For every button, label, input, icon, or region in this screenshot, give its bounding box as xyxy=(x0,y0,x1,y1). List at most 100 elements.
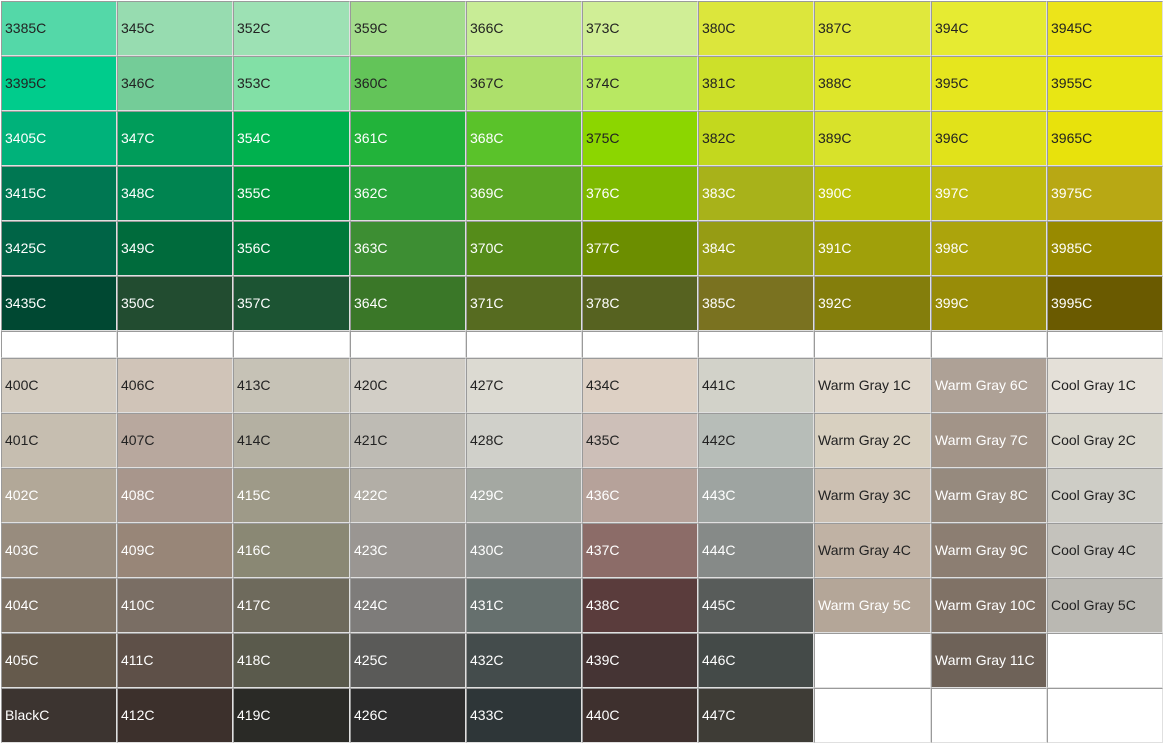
swatch-label: 354C xyxy=(237,130,271,147)
swatch-label: Cool Gray 5C xyxy=(1051,597,1136,614)
swatch-label: 427C xyxy=(470,377,504,394)
swatch-label: 3995C xyxy=(1051,295,1093,312)
blank-separator-cell xyxy=(1047,331,1163,358)
swatch-cell: 421C xyxy=(350,413,466,468)
blank-swatch-cell xyxy=(814,688,931,743)
swatch-cell: 3985C xyxy=(1047,221,1163,276)
swatch-cell: 444C xyxy=(698,523,814,578)
swatch-cell: 396C xyxy=(931,111,1047,166)
swatch-cell: Cool Gray 2C xyxy=(1047,413,1163,468)
swatch-label: 3955C xyxy=(1051,75,1093,92)
swatch-label: 352C xyxy=(237,20,271,37)
swatch-label: Cool Gray 3C xyxy=(1051,487,1136,504)
swatch-label: 407C xyxy=(121,432,155,449)
swatch-cell: Warm Gray 4C xyxy=(814,523,931,578)
blank-separator-cell xyxy=(233,331,350,358)
swatch-cell: 436C xyxy=(582,468,698,523)
swatch-cell: 428C xyxy=(466,413,582,468)
swatch-label: 441C xyxy=(702,377,736,394)
swatch-cell: 3995C xyxy=(1047,276,1163,331)
swatch-label: Warm Gray 1C xyxy=(818,377,911,394)
swatch-cell: 3405C xyxy=(1,111,117,166)
swatch-label: 373C xyxy=(586,20,620,37)
blank-separator-cell xyxy=(931,331,1047,358)
swatch-cell: 401C xyxy=(1,413,117,468)
swatch-label: 355C xyxy=(237,185,271,202)
swatch-cell: 376C xyxy=(582,166,698,221)
swatch-label: Warm Gray 5C xyxy=(818,597,911,614)
blank-separator-cell xyxy=(466,331,582,358)
swatch-label: Warm Gray 11C xyxy=(935,652,1035,669)
swatch-cell: 3435C xyxy=(1,276,117,331)
swatch-cell: 413C xyxy=(233,358,350,413)
swatch-cell: 348C xyxy=(117,166,233,221)
swatch-cell: 435C xyxy=(582,413,698,468)
swatch-label: 347C xyxy=(121,130,155,147)
swatch-label: 432C xyxy=(470,652,504,669)
swatch-cell: 378C xyxy=(582,276,698,331)
swatch-cell: 440C xyxy=(582,688,698,743)
swatch-label: 434C xyxy=(586,377,620,394)
swatch-label: 436C xyxy=(586,487,620,504)
swatch-label: 356C xyxy=(237,240,271,257)
swatch-cell: 369C xyxy=(466,166,582,221)
swatch-label: 389C xyxy=(818,130,852,147)
swatch-label: 376C xyxy=(586,185,620,202)
swatch-label: 395C xyxy=(935,75,969,92)
swatch-label: 377C xyxy=(586,240,620,257)
swatch-label: 411C xyxy=(121,652,154,669)
swatch-cell: Warm Gray 3C xyxy=(814,468,931,523)
swatch-label: 401C xyxy=(5,432,39,449)
swatch-label: 423C xyxy=(354,542,388,559)
swatch-cell: Cool Gray 5C xyxy=(1047,578,1163,633)
swatch-label: 367C xyxy=(470,75,504,92)
swatch-label: 442C xyxy=(702,432,736,449)
swatch-label: 406C xyxy=(121,377,155,394)
swatch-cell: 381C xyxy=(698,56,814,111)
swatch-label: 413C xyxy=(237,377,271,394)
swatch-cell: 408C xyxy=(117,468,233,523)
swatch-cell: 390C xyxy=(814,166,931,221)
swatch-label: 3405C xyxy=(5,130,47,147)
swatch-cell: 438C xyxy=(582,578,698,633)
swatch-cell: 364C xyxy=(350,276,466,331)
swatch-label: 404C xyxy=(5,597,39,614)
swatch-cell: Warm Gray 10C xyxy=(931,578,1047,633)
swatch-cell: 426C xyxy=(350,688,466,743)
swatch-cell: 442C xyxy=(698,413,814,468)
swatch-label: 366C xyxy=(470,20,504,37)
swatch-label: 440C xyxy=(586,707,620,724)
swatch-label: 402C xyxy=(5,487,39,504)
swatch-cell: 397C xyxy=(931,166,1047,221)
swatch-cell: 430C xyxy=(466,523,582,578)
swatch-label: BlackC xyxy=(5,707,50,724)
swatch-cell: 398C xyxy=(931,221,1047,276)
swatch-label: 380C xyxy=(702,20,736,37)
swatch-cell: 406C xyxy=(117,358,233,413)
swatch-cell: 359C xyxy=(350,1,466,56)
swatch-cell: Warm Gray 7C xyxy=(931,413,1047,468)
swatch-label: 3425C xyxy=(5,240,47,257)
swatch-label: 369C xyxy=(470,185,504,202)
swatch-label: 378C xyxy=(586,295,620,312)
swatch-label: 3975C xyxy=(1051,185,1093,202)
swatch-cell: 347C xyxy=(117,111,233,166)
swatch-label: 3965C xyxy=(1051,130,1093,147)
swatch-cell: 375C xyxy=(582,111,698,166)
blank-swatch-cell xyxy=(1047,688,1163,743)
swatch-cell: 360C xyxy=(350,56,466,111)
swatch-label: 375C xyxy=(586,130,620,147)
swatch-cell: Warm Gray 6C xyxy=(931,358,1047,413)
swatch-cell: 419C xyxy=(233,688,350,743)
swatch-cell: 402C xyxy=(1,468,117,523)
swatch-cell: 384C xyxy=(698,221,814,276)
swatch-cell: 368C xyxy=(466,111,582,166)
swatch-label: 405C xyxy=(5,652,39,669)
color-swatch-chart: 3385C 345C 352C 359C 366C 373C 380C 387C 394C 394… xyxy=(0,0,1165,744)
swatch-label: 374C xyxy=(586,75,620,92)
swatch-cell: 363C xyxy=(350,221,466,276)
swatch-label: 3415C xyxy=(5,185,47,202)
swatch-cell: 352C xyxy=(233,1,350,56)
swatch-cell: 447C xyxy=(698,688,814,743)
swatch-cell: 415C xyxy=(233,468,350,523)
